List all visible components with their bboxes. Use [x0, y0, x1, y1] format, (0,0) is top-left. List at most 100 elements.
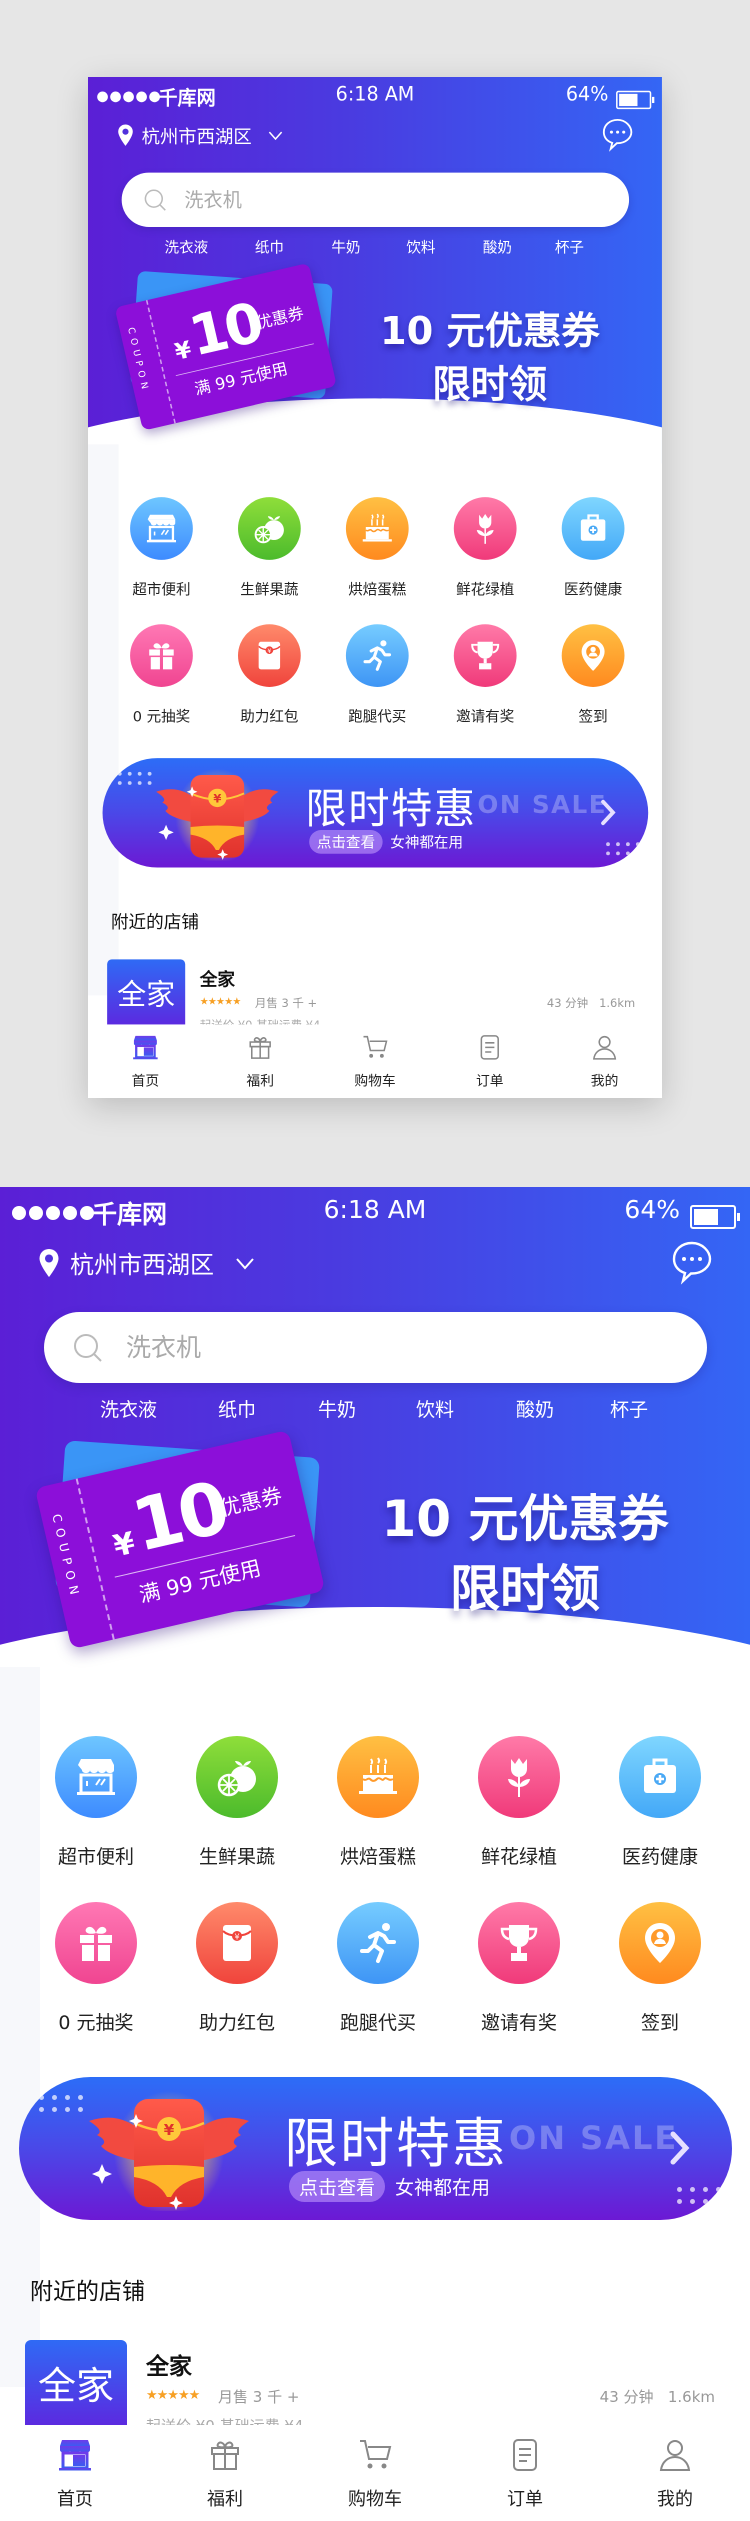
- order-list-icon: [476, 1034, 504, 1065]
- trophy-icon: [453, 624, 517, 687]
- category-item[interactable]: 烘焙蛋糕: [318, 1736, 438, 1869]
- store-eta: 43 分钟: [599, 2388, 654, 2406]
- coupon-headline: 10 元优惠券: [379, 308, 600, 354]
- coupon-subtitle: 10 YUAN COUPON: [403, 409, 577, 425]
- tab-user[interactable]: 我的: [547, 1024, 662, 1097]
- category-label: 烘焙蛋糕: [339, 1846, 416, 1868]
- coupon-headline: 10 元优惠券: [381, 1490, 669, 1548]
- trophy-icon: [478, 1902, 560, 1984]
- search-icon: [144, 189, 166, 211]
- store-distance: 1.6km: [599, 996, 636, 1010]
- search-bar[interactable]: [44, 1312, 707, 1383]
- category-item[interactable]: 超市便利: [116, 497, 208, 599]
- chat-bubble-icon[interactable]: [670, 1239, 714, 1287]
- category-label: 0 元抽奖: [132, 708, 191, 726]
- banner-slogan: 女神都在用: [390, 834, 464, 852]
- tab-cart[interactable]: 购物车: [300, 2425, 450, 2521]
- runner-icon: [337, 1902, 419, 1984]
- category-label: 跑腿代买: [339, 2012, 416, 2034]
- storefront-icon: [130, 497, 193, 560]
- category-item[interactable]: 跑腿代买: [318, 1902, 438, 2035]
- flash-sale-banner[interactable]: ¥ 限时特惠 ON SALE 点击查看 女神都在用: [102, 758, 649, 868]
- tab-gift[interactable]: 福利: [203, 1024, 318, 1097]
- category-item[interactable]: 邀请有奖: [439, 624, 531, 726]
- hot-word[interactable]: 饮料: [416, 1395, 454, 1422]
- tab-home-store[interactable]: 首页: [0, 2425, 150, 2521]
- category-item[interactable]: 生鲜果蔬: [223, 497, 315, 599]
- category-item[interactable]: ¥ 助力红包: [177, 1902, 297, 2035]
- category-item[interactable]: 0 元抽奖: [116, 624, 208, 726]
- category-item[interactable]: 医药健康: [600, 1736, 720, 1869]
- tab-user[interactable]: 我的: [600, 2425, 750, 2521]
- location-text: 杭州市西湖区: [141, 125, 252, 148]
- tab-order-list[interactable]: 订单: [432, 1024, 547, 1097]
- svg-text:¥: ¥: [267, 648, 271, 655]
- banner-title: 限时特惠: [305, 784, 477, 834]
- hot-word[interactable]: 饮料: [406, 236, 435, 257]
- category-label: 0 元抽奖: [58, 2012, 134, 2034]
- hot-word[interactable]: 洗衣液: [165, 236, 209, 257]
- search-input[interactable]: [184, 188, 568, 211]
- store-logo: 全家: [25, 2340, 127, 2425]
- chat-bubble-icon[interactable]: [601, 117, 635, 154]
- tab-label: 福利: [207, 2489, 243, 2510]
- hot-word[interactable]: 杯子: [610, 1395, 648, 1422]
- location-selector[interactable]: 杭州市西湖区: [38, 1245, 256, 1280]
- category-item[interactable]: 签到: [547, 624, 639, 726]
- gift-icon: [55, 1902, 137, 1984]
- hot-word[interactable]: 纸巾: [218, 1395, 256, 1422]
- cart-icon: [361, 1034, 389, 1065]
- banner-view-button[interactable]: 点击查看: [289, 2171, 386, 2202]
- chevron-down-icon: [236, 1257, 254, 1270]
- coupon-subtitle: 10 YUAN COUPON: [411, 1621, 639, 1641]
- category-item[interactable]: 生鲜果蔬: [177, 1736, 297, 1869]
- svg-text:¥: ¥: [234, 1933, 239, 1942]
- store-rating-stars: ★★★★★: [199, 996, 242, 1008]
- tab-cart[interactable]: 购物车: [318, 1024, 433, 1097]
- tab-label: 订单: [507, 2489, 543, 2510]
- coupon-type: 优惠券: [217, 1483, 285, 1521]
- category-label: 跑腿代买: [348, 708, 407, 726]
- category-item[interactable]: ¥ 助力红包: [223, 624, 315, 726]
- category-item[interactable]: 鲜花绿植: [459, 1736, 579, 1869]
- mockup-preview-small: 千库网 6:18 AM 64% 杭州市西湖区 洗衣液纸巾牛奶饮料酸奶杯子 COU…: [88, 77, 662, 1098]
- hot-word[interactable]: 洗衣液: [100, 1395, 157, 1422]
- category-item[interactable]: 0 元抽奖: [36, 1902, 156, 2035]
- category-item[interactable]: 跑腿代买: [331, 624, 423, 726]
- hot-word[interactable]: 牛奶: [318, 1395, 356, 1422]
- svg-text:¥: ¥: [164, 2121, 175, 2139]
- hot-word[interactable]: 杯子: [555, 236, 584, 257]
- search-bar[interactable]: [121, 172, 630, 227]
- category-item[interactable]: 邀请有奖: [459, 1902, 579, 2035]
- banner-title: 限时特惠: [284, 2112, 508, 2175]
- decor-dots: [606, 842, 640, 856]
- location-user-icon: [561, 624, 625, 687]
- flash-sale-banner[interactable]: ¥ 限时特惠 ON SALE 点击查看 女神都在用: [19, 2077, 732, 2220]
- category-label: 签到: [640, 2012, 679, 2034]
- location-selector[interactable]: 杭州市西湖区: [117, 121, 284, 148]
- category-item[interactable]: 医药健康: [547, 497, 639, 599]
- hot-word[interactable]: 酸奶: [516, 1395, 554, 1422]
- tab-home-store[interactable]: 首页: [88, 1024, 203, 1097]
- red-envelope-mascot-icon: ¥: [89, 2091, 249, 2211]
- hot-word[interactable]: 牛奶: [331, 236, 360, 257]
- category-item[interactable]: 烘焙蛋糕: [331, 497, 423, 599]
- fruit-icon: [237, 497, 301, 560]
- chevron-right-icon[interactable]: [599, 798, 617, 827]
- category-item[interactable]: 超市便利: [36, 1736, 156, 1869]
- category-item[interactable]: 鲜花绿植: [439, 497, 531, 599]
- tab-gift[interactable]: 福利: [150, 2425, 300, 2521]
- banner-view-button[interactable]: 点击查看: [309, 830, 383, 854]
- tab-order-list[interactable]: 订单: [450, 2425, 600, 2521]
- decor-dots: [39, 2095, 84, 2112]
- coupon-headline-2: 限时领: [450, 1560, 600, 1618]
- hot-word[interactable]: 纸巾: [255, 236, 284, 257]
- fruit-icon: [196, 1736, 278, 1818]
- search-input[interactable]: [126, 1333, 626, 1362]
- hot-word[interactable]: 酸奶: [483, 236, 512, 257]
- bottom-tab-bar: 首页 福利 购物车 订单 我的: [88, 1024, 662, 1098]
- category-item[interactable]: 签到: [600, 1902, 720, 2035]
- red-envelope-icon: ¥: [237, 624, 301, 687]
- chevron-right-icon[interactable]: [668, 2129, 692, 2167]
- category-label: 助力红包: [198, 2012, 275, 2034]
